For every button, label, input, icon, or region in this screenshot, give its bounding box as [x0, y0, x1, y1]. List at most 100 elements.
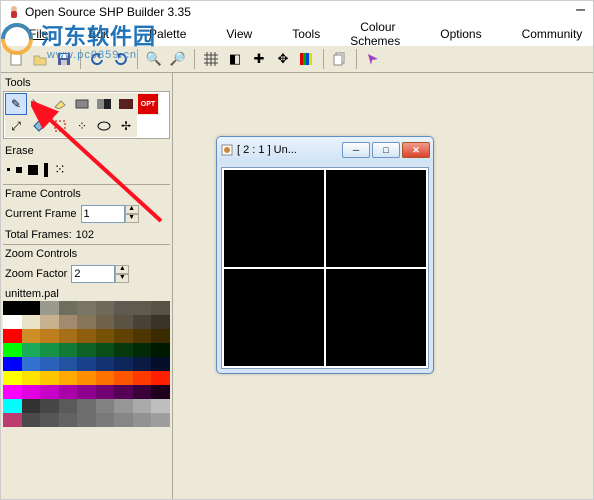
current-frame-spinner[interactable]: ▲▼	[81, 205, 139, 223]
grid-button[interactable]	[200, 48, 222, 70]
palette-swatch[interactable]	[151, 371, 170, 385]
palette-swatch[interactable]	[96, 385, 115, 399]
palette-swatch[interactable]	[59, 315, 78, 329]
palette-swatch[interactable]	[151, 399, 170, 413]
palette-swatch[interactable]	[96, 343, 115, 357]
erase-tool[interactable]	[49, 93, 71, 115]
palette-swatch[interactable]	[22, 329, 41, 343]
erase-size-2[interactable]	[16, 167, 22, 173]
menu-palette[interactable]: Palette	[129, 25, 206, 43]
palette-swatch[interactable]	[59, 371, 78, 385]
palette-swatch[interactable]	[77, 357, 96, 371]
palette-swatch[interactable]	[22, 371, 41, 385]
palette-swatch[interactable]	[133, 315, 152, 329]
menu-view[interactable]: View	[206, 25, 272, 43]
spin-down-icon[interactable]: ▼	[115, 274, 129, 283]
palette-swatch[interactable]	[133, 329, 152, 343]
palette-swatch[interactable]	[77, 371, 96, 385]
zoom-factor-spinner[interactable]: ▲▼	[71, 265, 129, 283]
line-tool[interactable]: ＼	[27, 93, 49, 115]
child-window-titlebar[interactable]: [ 2 : 1 ] Un... ─ □ ✕	[217, 137, 433, 163]
crop-tool[interactable]	[49, 115, 71, 137]
palette-swatch[interactable]	[96, 413, 115, 427]
copy-button[interactable]	[329, 48, 351, 70]
palette-swatch[interactable]	[3, 343, 22, 357]
palette-swatch[interactable]	[96, 315, 115, 329]
palette-swatch[interactable]	[77, 329, 96, 343]
palette-swatch[interactable]	[3, 413, 22, 427]
palette-swatch[interactable]	[96, 301, 115, 315]
ellipse-tool[interactable]	[93, 115, 115, 137]
compass-button[interactable]: ✥	[272, 48, 294, 70]
palette-swatch[interactable]	[114, 301, 133, 315]
palette-swatch[interactable]	[151, 385, 170, 399]
save-button[interactable]	[53, 48, 75, 70]
palette-swatch[interactable]	[151, 315, 170, 329]
palette-swatch[interactable]	[3, 385, 22, 399]
child-window[interactable]: [ 2 : 1 ] Un... ─ □ ✕	[216, 136, 434, 374]
palette-swatch[interactable]	[151, 301, 170, 315]
palette-swatch[interactable]	[59, 329, 78, 343]
palette-swatch[interactable]	[40, 357, 59, 371]
erase-size-1[interactable]	[7, 168, 10, 171]
palette-swatch[interactable]	[114, 399, 133, 413]
palette-swatch[interactable]	[40, 315, 59, 329]
zoom-in-button[interactable]: 🔍	[143, 48, 165, 70]
palette-swatch[interactable]	[22, 399, 41, 413]
palette-swatch[interactable]	[96, 371, 115, 385]
palette-swatch[interactable]	[59, 399, 78, 413]
palette-swatch[interactable]	[59, 413, 78, 427]
palette-swatch[interactable]	[3, 399, 22, 413]
menu-tools[interactable]: Tools	[272, 25, 340, 43]
palette-swatch[interactable]	[22, 413, 41, 427]
palette-swatch[interactable]	[96, 399, 115, 413]
erase-spray[interactable]: ⁙	[54, 161, 66, 178]
options-tool[interactable]: OPT	[137, 93, 159, 115]
palette-swatch[interactable]	[77, 413, 96, 427]
move-tool[interactable]: ✢	[115, 115, 137, 137]
palette-swatch[interactable]	[114, 315, 133, 329]
menu-community[interactable]: Community	[502, 25, 594, 43]
child-close-button[interactable]: ✕	[402, 142, 430, 158]
palette-swatch[interactable]	[96, 329, 115, 343]
palette-swatch[interactable]	[114, 371, 133, 385]
palette-swatch[interactable]	[22, 301, 41, 315]
palette-swatch[interactable]	[3, 357, 22, 371]
palette-swatch[interactable]	[40, 385, 59, 399]
palette-swatch[interactable]	[151, 357, 170, 371]
palette-swatch[interactable]	[77, 385, 96, 399]
palette-swatch[interactable]	[151, 329, 170, 343]
palette-swatch[interactable]	[22, 357, 41, 371]
rect-tool[interactable]	[71, 93, 93, 115]
zoom-factor-input[interactable]	[71, 265, 115, 283]
child-maximize-button[interactable]: □	[372, 142, 400, 158]
pencil-tool[interactable]: ✎	[5, 93, 27, 115]
palette-swatch[interactable]	[59, 301, 78, 315]
menu-options[interactable]: Options	[420, 25, 501, 43]
preview-button[interactable]: ◧	[224, 48, 246, 70]
window-minimize-button[interactable]: –	[576, 1, 585, 19]
palette-swatch[interactable]	[40, 371, 59, 385]
zoom-out-button[interactable]: 🔎	[167, 48, 189, 70]
palette-swatch[interactable]	[114, 329, 133, 343]
palette-swatch[interactable]	[151, 343, 170, 357]
palette-swatch[interactable]	[40, 329, 59, 343]
palette-swatch[interactable]	[77, 315, 96, 329]
palette-swatch[interactable]	[40, 301, 59, 315]
menu-colour-schemes[interactable]: Colour Schemes	[340, 18, 420, 50]
palette-swatch[interactable]	[77, 301, 96, 315]
palette-swatch[interactable]	[22, 385, 41, 399]
palette-swatch[interactable]	[133, 385, 152, 399]
canvas-quadrant[interactable]	[224, 170, 324, 267]
palette-swatch[interactable]	[133, 343, 152, 357]
color-palette[interactable]	[3, 301, 170, 497]
canvas-area[interactable]	[221, 167, 429, 369]
canvas-quadrant[interactable]	[224, 269, 324, 366]
palette-swatch[interactable]	[40, 343, 59, 357]
palette-swatch[interactable]	[114, 357, 133, 371]
palette-swatch[interactable]	[3, 315, 22, 329]
palette-swatch[interactable]	[22, 343, 41, 357]
palette-swatch[interactable]	[22, 315, 41, 329]
palette-swatch[interactable]	[3, 329, 22, 343]
palette-swatch[interactable]	[77, 343, 96, 357]
